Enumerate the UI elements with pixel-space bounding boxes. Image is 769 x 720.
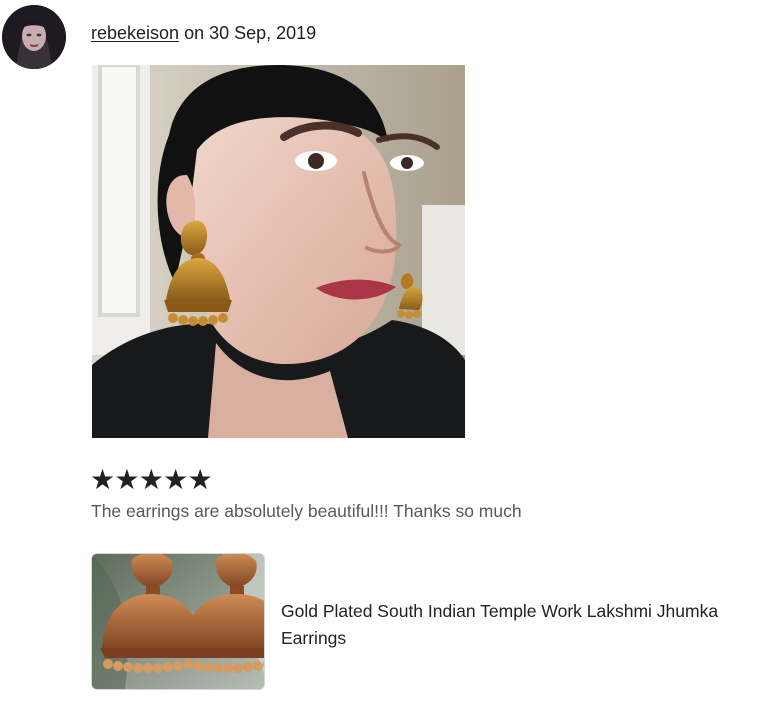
star-icon: ★ (138, 463, 164, 496)
product-thumbnail[interactable] (91, 553, 265, 690)
review-meta: rebekeison on 30 Sep, 2019 (91, 21, 316, 45)
review-date: 30 Sep, 2019 (209, 23, 317, 43)
star-rating: ★ ★ ★ ★ ★ (90, 463, 213, 496)
review-text: The earrings are absolutely beautiful!!!… (91, 501, 522, 521)
reviewer-username-link[interactable]: rebekeison (91, 23, 179, 43)
star-icon: ★ (187, 463, 213, 496)
star-icon: ★ (90, 463, 116, 496)
star-icon: ★ (163, 463, 189, 496)
product-title-link[interactable]: Gold Plated South Indian Temple Work Lak… (281, 598, 766, 652)
avatar[interactable] (2, 5, 66, 69)
review-date-prefix: on (179, 23, 210, 43)
review-photo[interactable] (92, 65, 465, 438)
star-icon: ★ (114, 463, 140, 496)
